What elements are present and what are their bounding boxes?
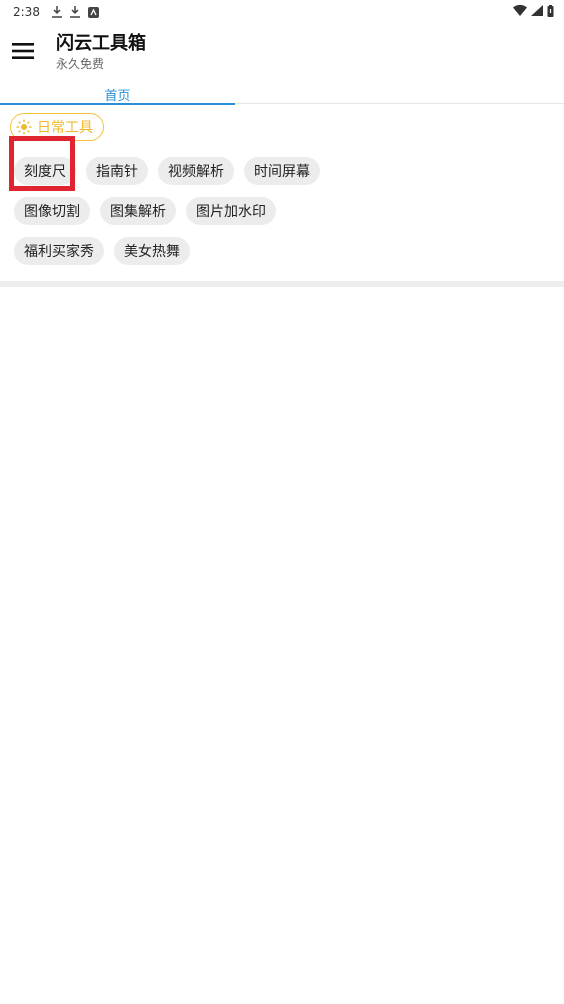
tool-chip-image-watermark[interactable]: 图片加水印 (186, 197, 276, 225)
app-notification-icon (87, 6, 99, 18)
tool-chip-compass[interactable]: 指南针 (86, 157, 148, 185)
highlight-box (9, 136, 75, 191)
tool-list: 刻度尺 指南针 视频解析 时间屏幕 图像切割 图集解析 图片加水印 福利买家秀 … (14, 157, 554, 277)
tool-chip-image-cut[interactable]: 图像切割 (14, 197, 90, 225)
tool-chip-buyer-show[interactable]: 福利买家秀 (14, 237, 104, 265)
hamburger-menu-icon (12, 43, 34, 63)
status-bar: 2:38 (0, 0, 564, 24)
tool-row: 福利买家秀 美女热舞 (14, 237, 554, 265)
app-bar: 闪云工具箱 永久免费 (0, 24, 564, 82)
download-icon (51, 6, 62, 18)
battery-icon (547, 4, 554, 20)
tool-row: 刻度尺 指南针 视频解析 时间屏幕 (14, 157, 554, 185)
tool-chip-video-parse[interactable]: 视频解析 (158, 157, 234, 185)
sun-icon (16, 119, 32, 135)
tab-indicator (0, 103, 235, 105)
tool-chip-gallery-parse[interactable]: 图集解析 (100, 197, 176, 225)
tool-row: 图像切割 图集解析 图片加水印 (14, 197, 554, 225)
app-subtitle: 永久免费 (56, 57, 105, 71)
tab-home[interactable]: 首页 (0, 84, 235, 105)
app-title: 闪云工具箱 (56, 33, 146, 54)
tool-chip-dance[interactable]: 美女热舞 (114, 237, 190, 265)
status-indicators (513, 4, 554, 20)
section-divider (0, 281, 564, 287)
title-block: 闪云工具箱 永久免费 (56, 33, 146, 73)
download-icon (69, 6, 80, 18)
tab-bar: 首页 (0, 84, 564, 105)
signal-icon (531, 5, 543, 19)
tool-chip-time-screen[interactable]: 时间屏幕 (244, 157, 320, 185)
tab-home-label: 首页 (104, 88, 131, 104)
status-time: 2:38 (13, 5, 40, 19)
wifi-icon (513, 4, 527, 19)
category-label: 日常工具 (37, 120, 93, 136)
menu-button[interactable] (0, 30, 46, 76)
